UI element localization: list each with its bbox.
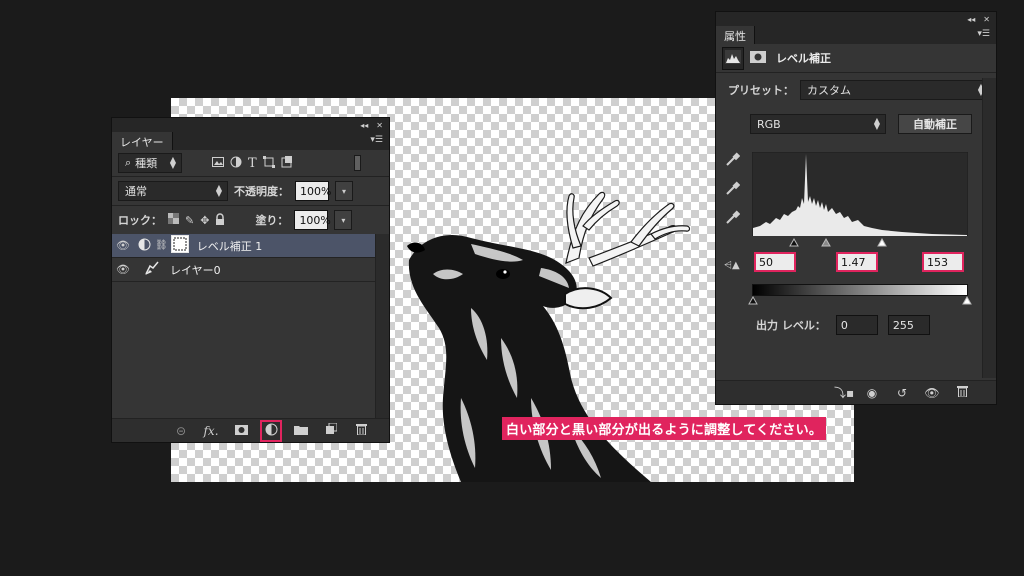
auto-button[interactable]: 自動補正 (898, 114, 972, 134)
output-black-field[interactable]: 0 (835, 315, 878, 335)
add-mask-icon[interactable] (233, 424, 249, 438)
search-icon: ⌕ (125, 156, 132, 169)
tab-properties[interactable]: 属性 (716, 26, 755, 44)
visibility-eye-icon[interactable]: 👁 (112, 239, 134, 252)
collapse-icon[interactable]: ◂◂ (360, 121, 368, 130)
layer-name: レイヤー0 (170, 263, 221, 277)
levels-histogram-icon[interactable] (722, 46, 744, 70)
opacity-label: 不透明度： (234, 185, 289, 198)
new-adjustment-layer-icon[interactable] (260, 419, 282, 442)
smart-object-filter-icon[interactable] (281, 155, 293, 171)
channel-value: RGB (757, 117, 781, 131)
layer-name: レベル補正 1 (196, 239, 263, 253)
link-layers-icon[interactable]: ⊝ (173, 424, 189, 438)
new-layer-icon[interactable] (323, 422, 339, 438)
blend-mode-value: 通常 (125, 185, 147, 198)
layers-panel-topbar: ◂◂ ✕ (112, 118, 389, 132)
preset-row: プリセット： カスタム ▲ ▼ (716, 73, 996, 107)
visibility-eye-icon[interactable]: 👁 (112, 263, 134, 276)
blend-row: 通常 ▲ ▼ 不透明度： 100% ▾ (112, 177, 389, 205)
layer-row-levels[interactable]: 👁 ⛓ レベル補正 1 (112, 234, 375, 258)
output-gradient-bar (752, 284, 968, 296)
layer-thumbnail (144, 260, 160, 279)
levels-histogram (752, 152, 968, 236)
fill-label: 塗り： (255, 214, 289, 227)
image-filter-icon[interactable] (212, 156, 224, 170)
black-eyedropper-icon[interactable] (726, 152, 741, 169)
visibility-eye-icon[interactable]: 👁 (924, 386, 940, 400)
layer-filter-row: ⌕ 種類 ▲ ▼ T (112, 150, 389, 176)
collapse-icon[interactable]: ◂◂ (967, 15, 975, 24)
layers-footer: ⊝ fx. (112, 418, 389, 442)
clip-to-layer-icon[interactable]: ⤵▪ (834, 384, 854, 401)
close-icon[interactable]: ✕ (983, 15, 990, 24)
shape-filter-icon[interactable] (262, 155, 275, 171)
new-group-folder-icon[interactable] (293, 424, 309, 438)
output-level-sliders[interactable] (748, 296, 972, 305)
layers-tabbar: レイヤー ▾☰ (112, 132, 389, 150)
layer-mask-thumbnail[interactable] (170, 235, 189, 256)
fill-input[interactable]: 100% (294, 210, 331, 230)
chevron-updown-icon: ▲ ▼ (215, 183, 222, 198)
input-gamma-field[interactable]: 1.47 (836, 252, 878, 272)
panel-menu-icon[interactable]: ▾☰ (977, 29, 990, 39)
layers-panel: ◂◂ ✕ レイヤー ▾☰ ⌕ 種類 ▲ ▼ T 通常 ▲ ▼ 不透明度： 100… (111, 117, 390, 443)
filter-toggle-switch[interactable] (354, 155, 361, 171)
tab-layers[interactable]: レイヤー (112, 132, 173, 150)
lock-transparency-icon[interactable] (168, 213, 179, 227)
output-white-field[interactable]: 255 (887, 315, 930, 335)
instruction-callout: 白い部分と黒い部分が出るように調整してください。 (502, 417, 827, 440)
preset-value: カスタム (807, 84, 851, 97)
lock-brush-icon[interactable]: ✎ (185, 214, 194, 227)
adjustment-layer-icon (138, 238, 151, 254)
close-icon[interactable]: ✕ (376, 121, 383, 130)
properties-header: レベル補正 (716, 44, 996, 72)
output-row: 出力 レベル： 0 255 (756, 315, 930, 335)
properties-panel: ◂◂ ✕ 属性 ▾☰ レベル補正 プリセット： カスタム ▲ ▼ RGB ▲ ▼ 自… (715, 11, 997, 405)
type-filter-icon[interactable]: T (248, 156, 257, 171)
input-level-sliders[interactable] (752, 237, 968, 247)
mask-toggle-icon[interactable] (750, 50, 766, 66)
preset-select[interactable]: カスタム ▲ ▼ (800, 80, 990, 100)
input-black-field[interactable]: 50 (754, 252, 796, 272)
channel-row: RGB ▲ ▼ 自動補正 (716, 107, 996, 141)
filter-kind-select[interactable]: ⌕ 種類 ▲ ▼ (118, 153, 182, 173)
lock-move-icon[interactable]: ✥ (200, 214, 209, 227)
blend-mode-select[interactable]: 通常 ▲ ▼ (118, 181, 228, 201)
trash-icon[interactable] (954, 385, 970, 400)
panel-menu-icon[interactable]: ▾☰ (370, 135, 383, 145)
properties-tabbar: 属性 ▾☰ (716, 26, 996, 44)
view-previous-state-icon[interactable]: ◉ (864, 386, 880, 400)
lock-label: ロック： (118, 214, 162, 227)
properties-panel-topbar: ◂◂ ✕ (716, 12, 996, 26)
white-eyedropper-icon[interactable] (726, 210, 741, 227)
chevron-updown-icon: ▲ ▼ (873, 116, 880, 131)
fill-dropdown-button[interactable]: ▾ (334, 210, 353, 230)
trash-icon[interactable] (353, 423, 369, 438)
opacity-input[interactable]: 100% (295, 181, 331, 201)
filter-kind-value: 種類 (135, 157, 158, 170)
chain-link-icon[interactable]: ⛓ (155, 240, 168, 251)
eyedropper-tools (726, 152, 741, 227)
gray-eyedropper-icon[interactable] (726, 181, 741, 198)
properties-title: レベル補正 (776, 52, 831, 65)
channel-select[interactable]: RGB ▲ ▼ (750, 114, 886, 134)
clipping-warning-icon[interactable]: ⩤▲ (724, 260, 740, 271)
preset-label: プリセット： (728, 84, 794, 97)
adjustment-filter-icon[interactable] (230, 156, 242, 171)
properties-footer: ⤵▪ ◉ ↺ 👁 (716, 380, 996, 404)
output-level-label: 出力 レベル： (756, 319, 826, 332)
properties-scrollbar[interactable] (982, 78, 996, 378)
layer-row-base[interactable]: 👁 レイヤー0 (112, 258, 375, 282)
lock-row: ロック： ✎ ✥ 塗り： 100% ▾ (112, 206, 389, 234)
layers-scrollbar[interactable] (375, 234, 389, 419)
layer-list: 👁 ⛓ レベル補正 1 👁 レイヤー0 (112, 234, 375, 282)
lock-all-icon[interactable] (215, 212, 225, 228)
chevron-updown-icon: ▲ ▼ (169, 155, 176, 170)
reset-icon[interactable]: ↺ (894, 386, 910, 400)
input-white-field[interactable]: 153 (922, 252, 964, 272)
fx-icon[interactable]: fx. (203, 424, 219, 438)
opacity-dropdown-button[interactable]: ▾ (335, 181, 353, 201)
